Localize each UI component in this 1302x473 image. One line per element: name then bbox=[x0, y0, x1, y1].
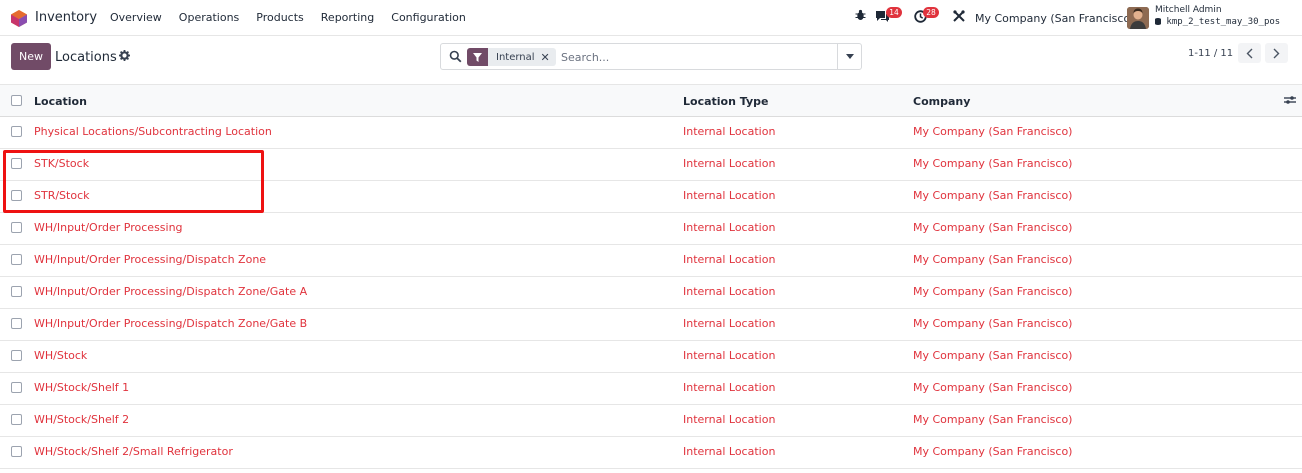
close-icon[interactable]: ✕ bbox=[541, 51, 556, 64]
location-type-cell: Internal Location bbox=[683, 285, 776, 298]
row-checkbox[interactable] bbox=[11, 190, 22, 201]
row-checkbox[interactable] bbox=[11, 222, 22, 233]
main-menu: Overview Operations Products Reporting C… bbox=[110, 11, 466, 24]
company-cell[interactable]: My Company (San Francisco) bbox=[913, 157, 1072, 170]
database-name: kmp_2_test_may_30_pos bbox=[1155, 17, 1280, 27]
row-checkbox[interactable] bbox=[11, 382, 22, 393]
menu-overview[interactable]: Overview bbox=[110, 11, 162, 24]
location-cell[interactable]: WH/Stock/Shelf 1 bbox=[34, 381, 129, 394]
table-row[interactable]: WH/Stock/Shelf 2 Internal Location My Comp… bbox=[0, 405, 1302, 437]
column-header-location[interactable]: Location bbox=[34, 95, 87, 108]
location-type-cell: Internal Location bbox=[683, 413, 776, 426]
search-facet: Internal ✕ bbox=[467, 48, 556, 66]
menu-products[interactable]: Products bbox=[256, 11, 304, 24]
company-cell[interactable]: My Company (San Francisco) bbox=[913, 349, 1072, 362]
location-type-cell: Internal Location bbox=[683, 317, 776, 330]
chevron-right-icon bbox=[1273, 48, 1280, 58]
tools-icon[interactable] bbox=[953, 10, 965, 25]
company-switcher[interactable]: My Company (San Francisco) bbox=[975, 12, 1134, 25]
location-cell[interactable]: WH/Input/Order Processing/Dispatch Zone bbox=[34, 253, 266, 266]
row-checkbox[interactable] bbox=[11, 254, 22, 265]
row-checkbox[interactable] bbox=[11, 414, 22, 425]
column-settings-icon[interactable] bbox=[1284, 95, 1296, 108]
location-type-cell: Internal Location bbox=[683, 157, 776, 170]
table-row[interactable]: STK/Stock Internal Location My Company (Sa… bbox=[0, 149, 1302, 181]
location-cell[interactable]: STR/Stock bbox=[34, 189, 90, 202]
caret-down-icon bbox=[845, 54, 854, 59]
pager-value[interactable]: 1-11 / 11 bbox=[1188, 48, 1233, 59]
table-row[interactable]: WH/Input/Order Processing/Dispatch Zone/… bbox=[0, 309, 1302, 341]
company-cell[interactable]: My Company (San Francisco) bbox=[913, 285, 1072, 298]
location-cell[interactable]: STK/Stock bbox=[34, 157, 89, 170]
location-cell[interactable]: WH/Input/Order Processing/Dispatch Zone/… bbox=[34, 317, 307, 330]
company-cell[interactable]: My Company (San Francisco) bbox=[913, 189, 1072, 202]
row-checkbox[interactable] bbox=[11, 158, 22, 169]
table-row[interactable]: Physical Locations/Subcontracting Locati… bbox=[0, 117, 1302, 149]
select-all-checkbox[interactable] bbox=[11, 95, 22, 106]
location-type-cell: Internal Location bbox=[683, 349, 776, 362]
search-options-toggle[interactable] bbox=[837, 44, 861, 69]
row-checkbox[interactable] bbox=[11, 286, 22, 297]
column-header-location-type[interactable]: Location Type bbox=[683, 95, 768, 108]
search-input[interactable] bbox=[561, 48, 831, 66]
gear-icon[interactable] bbox=[119, 50, 130, 64]
location-type-cell: Internal Location bbox=[683, 253, 776, 266]
company-cell[interactable]: My Company (San Francisco) bbox=[913, 413, 1072, 426]
location-type-cell: Internal Location bbox=[683, 125, 776, 138]
search-icon[interactable] bbox=[449, 50, 462, 63]
table-row[interactable]: WH/Input/Order Processing/Dispatch Zone I… bbox=[0, 245, 1302, 277]
column-header-company[interactable]: Company bbox=[913, 95, 970, 108]
location-cell[interactable]: WH/Input/Order Processing/Dispatch Zone/… bbox=[34, 285, 307, 298]
user-name[interactable]: Mitchell Admin bbox=[1155, 5, 1222, 15]
app-name[interactable]: Inventory bbox=[35, 10, 97, 25]
table-row[interactable]: WH/Input/Order Processing Internal Locati… bbox=[0, 213, 1302, 245]
new-button[interactable]: New bbox=[11, 43, 51, 70]
company-cell[interactable]: My Company (San Francisco) bbox=[913, 381, 1072, 394]
pager-previous-button[interactable] bbox=[1238, 43, 1261, 63]
top-navbar: Inventory Overview Operations Products R… bbox=[0, 0, 1302, 36]
location-type-cell: Internal Location bbox=[683, 445, 776, 458]
location-cell[interactable]: WH/Stock bbox=[34, 349, 87, 362]
menu-operations[interactable]: Operations bbox=[179, 11, 239, 24]
row-checkbox[interactable] bbox=[11, 350, 22, 361]
location-type-cell: Internal Location bbox=[683, 221, 776, 234]
app-logo-icon[interactable] bbox=[11, 10, 27, 27]
location-cell[interactable]: WH/Stock/Shelf 2 bbox=[34, 413, 129, 426]
table-row[interactable]: WH/Stock/Shelf 2/Small Refrigerator Inter… bbox=[0, 437, 1302, 469]
bug-icon[interactable] bbox=[855, 9, 866, 24]
location-type-cell: Internal Location bbox=[683, 381, 776, 394]
menu-reporting[interactable]: Reporting bbox=[321, 11, 374, 24]
company-cell[interactable]: My Company (San Francisco) bbox=[913, 221, 1072, 234]
company-cell[interactable]: My Company (San Francisco) bbox=[913, 125, 1072, 138]
location-cell[interactable]: WH/Input/Order Processing bbox=[34, 221, 183, 234]
messages-badge: 14 bbox=[886, 7, 902, 18]
row-checkbox[interactable] bbox=[11, 318, 22, 329]
table-row[interactable]: WH/Input/Order Processing/Dispatch Zone/… bbox=[0, 277, 1302, 309]
table-row[interactable]: WH/Stock Internal Location My Company (San… bbox=[0, 341, 1302, 373]
location-cell[interactable]: Physical Locations/Subcontracting Locati… bbox=[34, 125, 272, 138]
table-row[interactable]: STR/Stock Internal Location My Company (Sa… bbox=[0, 181, 1302, 213]
company-cell[interactable]: My Company (San Francisco) bbox=[913, 253, 1072, 266]
chevron-left-icon bbox=[1246, 48, 1253, 58]
table-row[interactable]: WH/Stock/Shelf 1 Internal Location My Comp… bbox=[0, 373, 1302, 405]
location-cell[interactable]: WH/Stock/Shelf 2/Small Refrigerator bbox=[34, 445, 233, 458]
facet-label: Internal bbox=[496, 51, 535, 63]
list-header: Location Location Type Company bbox=[0, 84, 1302, 117]
row-checkbox[interactable] bbox=[11, 446, 22, 457]
menu-configuration[interactable]: Configuration bbox=[391, 11, 466, 24]
page-title: Locations bbox=[55, 50, 117, 65]
activities-badge: 28 bbox=[923, 7, 939, 18]
pager-next-button[interactable] bbox=[1265, 43, 1288, 63]
search-bar[interactable]: Internal ✕ bbox=[440, 43, 862, 70]
filter-icon bbox=[467, 48, 488, 66]
row-checkbox[interactable] bbox=[11, 126, 22, 137]
avatar[interactable] bbox=[1127, 7, 1149, 29]
company-cell[interactable]: My Company (San Francisco) bbox=[913, 445, 1072, 458]
location-type-cell: Internal Location bbox=[683, 189, 776, 202]
company-cell[interactable]: My Company (San Francisco) bbox=[913, 317, 1072, 330]
database-label: kmp_2_test_may_30_pos bbox=[1166, 17, 1281, 27]
